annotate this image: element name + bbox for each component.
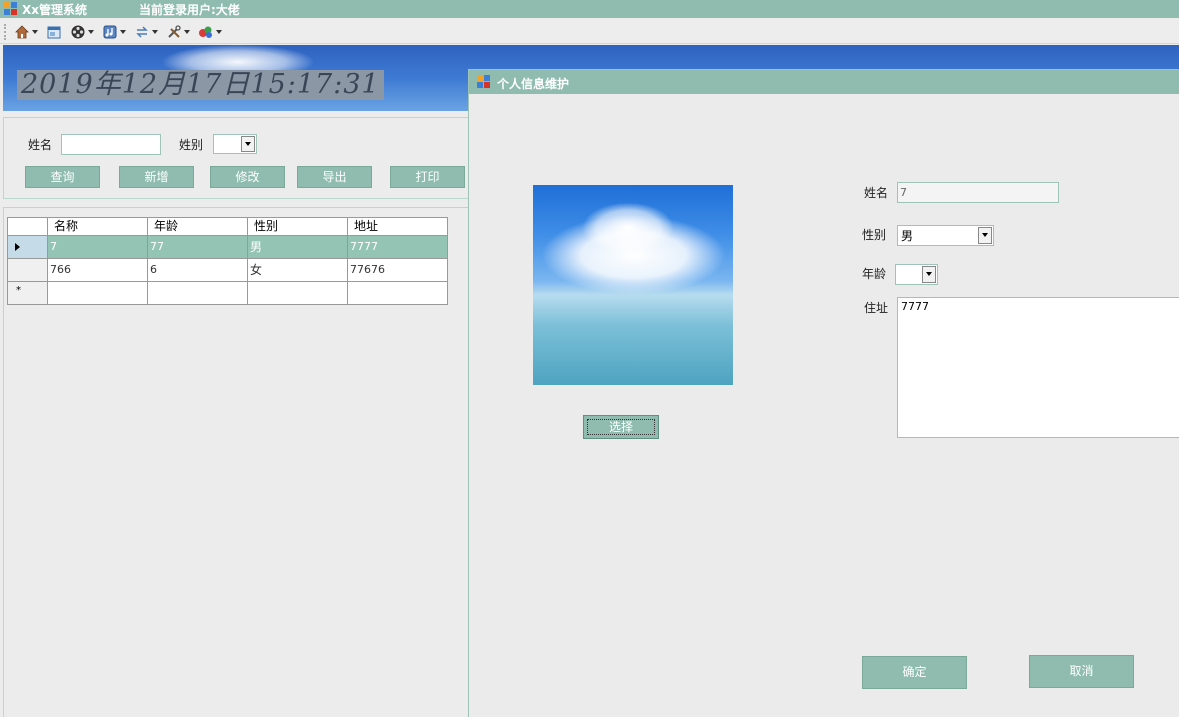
- tools-icon: [168, 25, 181, 38]
- chevron-down-icon: [152, 30, 158, 34]
- profile-photo: [533, 185, 733, 385]
- film-dropdown-button[interactable]: [68, 23, 96, 41]
- dialog-age-label: 年龄: [862, 267, 887, 281]
- transfer-icon: [136, 26, 148, 38]
- home-dropdown-button[interactable]: [12, 23, 40, 41]
- cell-age[interactable]: [148, 282, 248, 304]
- table-row[interactable]: 7 77 男 7777: [7, 236, 448, 259]
- colors-dropdown-button[interactable]: [196, 23, 224, 41]
- column-header-address[interactable]: 地址: [348, 218, 447, 235]
- cell-age[interactable]: 6: [148, 259, 248, 281]
- export-button[interactable]: 导出: [297, 166, 372, 188]
- toolbar: [0, 20, 1179, 44]
- print-button[interactable]: 打印: [390, 166, 465, 188]
- transfer-dropdown-button[interactable]: [132, 23, 160, 41]
- personal-info-dialog: 个人信息维护 选择 姓名 7 性别 男 年龄 住址 7777 确定 取消: [468, 69, 1179, 717]
- main-title-bar: Xx管理系统 当前登录用户:大佬: [0, 0, 1179, 18]
- app-icon: [4, 2, 18, 15]
- film-reel-icon: [71, 25, 85, 39]
- grid-header: 名称 年龄 性别 地址: [7, 217, 448, 236]
- row-header[interactable]: *: [8, 282, 48, 304]
- chevron-down-icon: [120, 30, 126, 34]
- gender-label: 姓别: [179, 138, 204, 152]
- gender-search-select[interactable]: [213, 134, 257, 154]
- dialog-address-label: 住址: [864, 301, 889, 315]
- column-header-age[interactable]: 年龄: [148, 218, 248, 235]
- dialog-name-label: 姓名: [864, 186, 889, 200]
- cell-name[interactable]: 766: [48, 259, 148, 281]
- dialog-app-icon: [477, 75, 491, 88]
- clock-display: 2019年12月17日15:17:31: [17, 70, 384, 100]
- query-button[interactable]: 查询: [25, 166, 100, 188]
- column-header-gender[interactable]: 性别: [248, 218, 348, 235]
- toolbar-grip[interactable]: [4, 24, 6, 40]
- cell-name[interactable]: [48, 282, 148, 304]
- choose-photo-label: 选择: [587, 419, 655, 435]
- row-header[interactable]: [8, 259, 48, 281]
- dialog-gender-label: 性别: [862, 228, 887, 242]
- cell-address[interactable]: 7777: [348, 236, 447, 258]
- cell-gender[interactable]: 男: [248, 236, 348, 258]
- cell-age[interactable]: 77: [148, 236, 248, 258]
- dialog-title: 个人信息维护: [497, 77, 570, 91]
- media-dropdown-button[interactable]: [100, 23, 128, 41]
- cell-gender[interactable]: [248, 282, 348, 304]
- home-icon: [15, 25, 29, 39]
- chevron-down-icon[interactable]: [922, 266, 936, 283]
- colors-icon: [199, 26, 212, 38]
- edit-button[interactable]: 修改: [210, 166, 285, 188]
- name-search-input[interactable]: [61, 134, 161, 155]
- chevron-down-icon: [184, 30, 190, 34]
- dialog-title-bar[interactable]: 个人信息维护: [469, 70, 1179, 94]
- row-header[interactable]: [8, 236, 48, 258]
- cell-address[interactable]: 77676: [348, 259, 447, 281]
- current-row-arrow-icon: [15, 243, 20, 251]
- media-icon: [103, 25, 117, 39]
- dialog-name-input[interactable]: 7: [897, 182, 1059, 203]
- dialog-age-select[interactable]: [895, 264, 938, 285]
- cancel-button[interactable]: 取消: [1029, 655, 1134, 688]
- chevron-down-icon[interactable]: [978, 227, 992, 244]
- cell-name[interactable]: 7: [48, 236, 148, 258]
- app-title: Xx管理系统: [22, 3, 87, 17]
- grid-corner-cell[interactable]: [8, 218, 48, 235]
- photo-cloud-top: [583, 203, 673, 253]
- ok-button[interactable]: 确定: [862, 656, 967, 689]
- chevron-down-icon: [88, 30, 94, 34]
- dialog-address-textarea[interactable]: 7777: [897, 297, 1179, 438]
- new-row[interactable]: *: [7, 282, 448, 305]
- chevron-down-icon: [32, 30, 38, 34]
- new-row-marker: *: [16, 285, 21, 296]
- choose-photo-button[interactable]: 选择: [583, 415, 659, 439]
- cell-address[interactable]: [348, 282, 447, 304]
- window-icon: [47, 26, 61, 39]
- table-row[interactable]: 766 6 女 77676: [7, 259, 448, 282]
- cell-gender[interactable]: 女: [248, 259, 348, 281]
- tools-dropdown-button[interactable]: [164, 23, 192, 41]
- add-button[interactable]: 新增: [119, 166, 194, 188]
- dialog-gender-value: 男: [901, 229, 914, 243]
- chevron-down-icon: [216, 30, 222, 34]
- current-user-label: 当前登录用户:大佬: [139, 3, 240, 17]
- name-label: 姓名: [28, 138, 53, 152]
- chevron-down-icon[interactable]: [241, 136, 255, 152]
- dialog-gender-select[interactable]: 男: [897, 225, 994, 246]
- column-header-name[interactable]: 名称: [48, 218, 148, 235]
